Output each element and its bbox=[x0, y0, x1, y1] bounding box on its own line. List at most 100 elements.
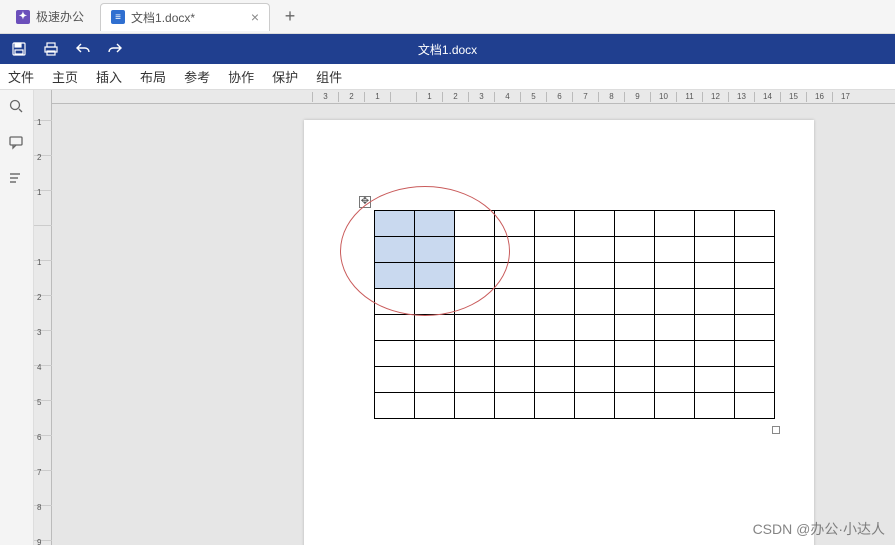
table-cell[interactable] bbox=[735, 237, 775, 263]
table-cell[interactable] bbox=[375, 211, 415, 237]
table-cell[interactable] bbox=[455, 211, 495, 237]
table-cell[interactable] bbox=[615, 263, 655, 289]
table-cell[interactable] bbox=[535, 263, 575, 289]
table-cell[interactable] bbox=[655, 237, 695, 263]
menu-home[interactable]: 主页 bbox=[52, 67, 78, 86]
table-cell[interactable] bbox=[575, 315, 615, 341]
table-cell[interactable] bbox=[495, 315, 535, 341]
table-cell[interactable] bbox=[695, 367, 735, 393]
table-cell[interactable] bbox=[575, 211, 615, 237]
table-cell[interactable] bbox=[655, 367, 695, 393]
table-cell[interactable] bbox=[495, 289, 535, 315]
table-cell[interactable] bbox=[415, 393, 455, 419]
table-cell[interactable] bbox=[415, 367, 455, 393]
table-cell[interactable] bbox=[495, 367, 535, 393]
table-cell[interactable] bbox=[375, 289, 415, 315]
table-cell[interactable] bbox=[735, 393, 775, 419]
table-cell[interactable] bbox=[535, 237, 575, 263]
table-cell[interactable] bbox=[735, 315, 775, 341]
table-cell[interactable] bbox=[695, 211, 735, 237]
table-cell[interactable] bbox=[455, 393, 495, 419]
table-cell[interactable] bbox=[575, 367, 615, 393]
table-cell[interactable] bbox=[455, 263, 495, 289]
table-cell[interactable] bbox=[615, 211, 655, 237]
vertical-ruler[interactable]: 12112345678910111213 bbox=[34, 90, 52, 545]
table-cell[interactable] bbox=[455, 315, 495, 341]
table-cell[interactable] bbox=[575, 237, 615, 263]
save-icon[interactable] bbox=[10, 40, 28, 58]
table-cell[interactable] bbox=[695, 237, 735, 263]
outline-icon[interactable] bbox=[8, 170, 26, 188]
table-cell[interactable] bbox=[495, 393, 535, 419]
horizontal-ruler[interactable]: 3211234567891011121314151617 bbox=[52, 90, 895, 104]
table-cell[interactable] bbox=[735, 263, 775, 289]
table-cell[interactable] bbox=[695, 263, 735, 289]
comment-icon[interactable] bbox=[8, 134, 26, 152]
table-cell[interactable] bbox=[735, 341, 775, 367]
table-cell[interactable] bbox=[375, 263, 415, 289]
table-cell[interactable] bbox=[695, 341, 735, 367]
table-cell[interactable] bbox=[375, 341, 415, 367]
table-cell[interactable] bbox=[375, 393, 415, 419]
table-cell[interactable] bbox=[415, 341, 455, 367]
menu-component[interactable]: 组件 bbox=[316, 67, 342, 86]
table-cell[interactable] bbox=[375, 237, 415, 263]
new-tab-button[interactable]: + bbox=[276, 3, 304, 31]
table-cell[interactable] bbox=[415, 211, 455, 237]
menu-insert[interactable]: 插入 bbox=[96, 67, 122, 86]
table-cell[interactable] bbox=[495, 211, 535, 237]
table-cell[interactable] bbox=[615, 237, 655, 263]
table-cell[interactable] bbox=[615, 289, 655, 315]
menu-collaborate[interactable]: 协作 bbox=[228, 67, 254, 86]
redo-icon[interactable] bbox=[106, 40, 124, 58]
table-cell[interactable] bbox=[735, 289, 775, 315]
table-move-handle-icon[interactable]: ✥ bbox=[359, 196, 371, 208]
table-cell[interactable] bbox=[375, 367, 415, 393]
document-table[interactable] bbox=[374, 210, 775, 419]
table-cell[interactable] bbox=[655, 393, 695, 419]
table-cell[interactable] bbox=[695, 315, 735, 341]
print-icon[interactable] bbox=[42, 40, 60, 58]
table-cell[interactable] bbox=[615, 341, 655, 367]
table-cell[interactable] bbox=[655, 211, 695, 237]
table-cell[interactable] bbox=[695, 393, 735, 419]
table-cell[interactable] bbox=[535, 341, 575, 367]
table-cell[interactable] bbox=[735, 211, 775, 237]
table-cell[interactable] bbox=[535, 315, 575, 341]
table-cell[interactable] bbox=[535, 367, 575, 393]
table-cell[interactable] bbox=[495, 263, 535, 289]
menu-reference[interactable]: 参考 bbox=[184, 67, 210, 86]
table-cell[interactable] bbox=[575, 289, 615, 315]
table-cell[interactable] bbox=[455, 367, 495, 393]
table-cell[interactable] bbox=[415, 289, 455, 315]
table-cell[interactable] bbox=[415, 315, 455, 341]
table-cell[interactable] bbox=[415, 237, 455, 263]
app-tab[interactable]: ✦ 极速办公 bbox=[6, 3, 94, 31]
table-cell[interactable] bbox=[655, 289, 695, 315]
table-cell[interactable] bbox=[455, 289, 495, 315]
table-cell[interactable] bbox=[695, 289, 735, 315]
table-cell[interactable] bbox=[575, 263, 615, 289]
table-cell[interactable] bbox=[615, 393, 655, 419]
table-cell[interactable] bbox=[495, 237, 535, 263]
table-cell[interactable] bbox=[415, 263, 455, 289]
table-cell[interactable] bbox=[575, 393, 615, 419]
table-cell[interactable] bbox=[735, 367, 775, 393]
search-icon[interactable] bbox=[8, 98, 26, 116]
table-cell[interactable] bbox=[655, 315, 695, 341]
menu-layout[interactable]: 布局 bbox=[140, 67, 166, 86]
table-cell[interactable] bbox=[615, 367, 655, 393]
document-tab[interactable]: ≡ 文档1.docx* × bbox=[100, 3, 270, 31]
table-cell[interactable] bbox=[655, 263, 695, 289]
menu-protect[interactable]: 保护 bbox=[272, 67, 298, 86]
close-tab-icon[interactable]: × bbox=[251, 9, 259, 25]
table-cell[interactable] bbox=[575, 341, 615, 367]
table-resize-handle-icon[interactable] bbox=[772, 426, 780, 434]
table-cell[interactable] bbox=[455, 341, 495, 367]
undo-icon[interactable] bbox=[74, 40, 92, 58]
table-cell[interactable] bbox=[455, 237, 495, 263]
table-cell[interactable] bbox=[375, 315, 415, 341]
table-cell[interactable] bbox=[495, 341, 535, 367]
table-cell[interactable] bbox=[535, 393, 575, 419]
menu-file[interactable]: 文件 bbox=[8, 67, 34, 86]
